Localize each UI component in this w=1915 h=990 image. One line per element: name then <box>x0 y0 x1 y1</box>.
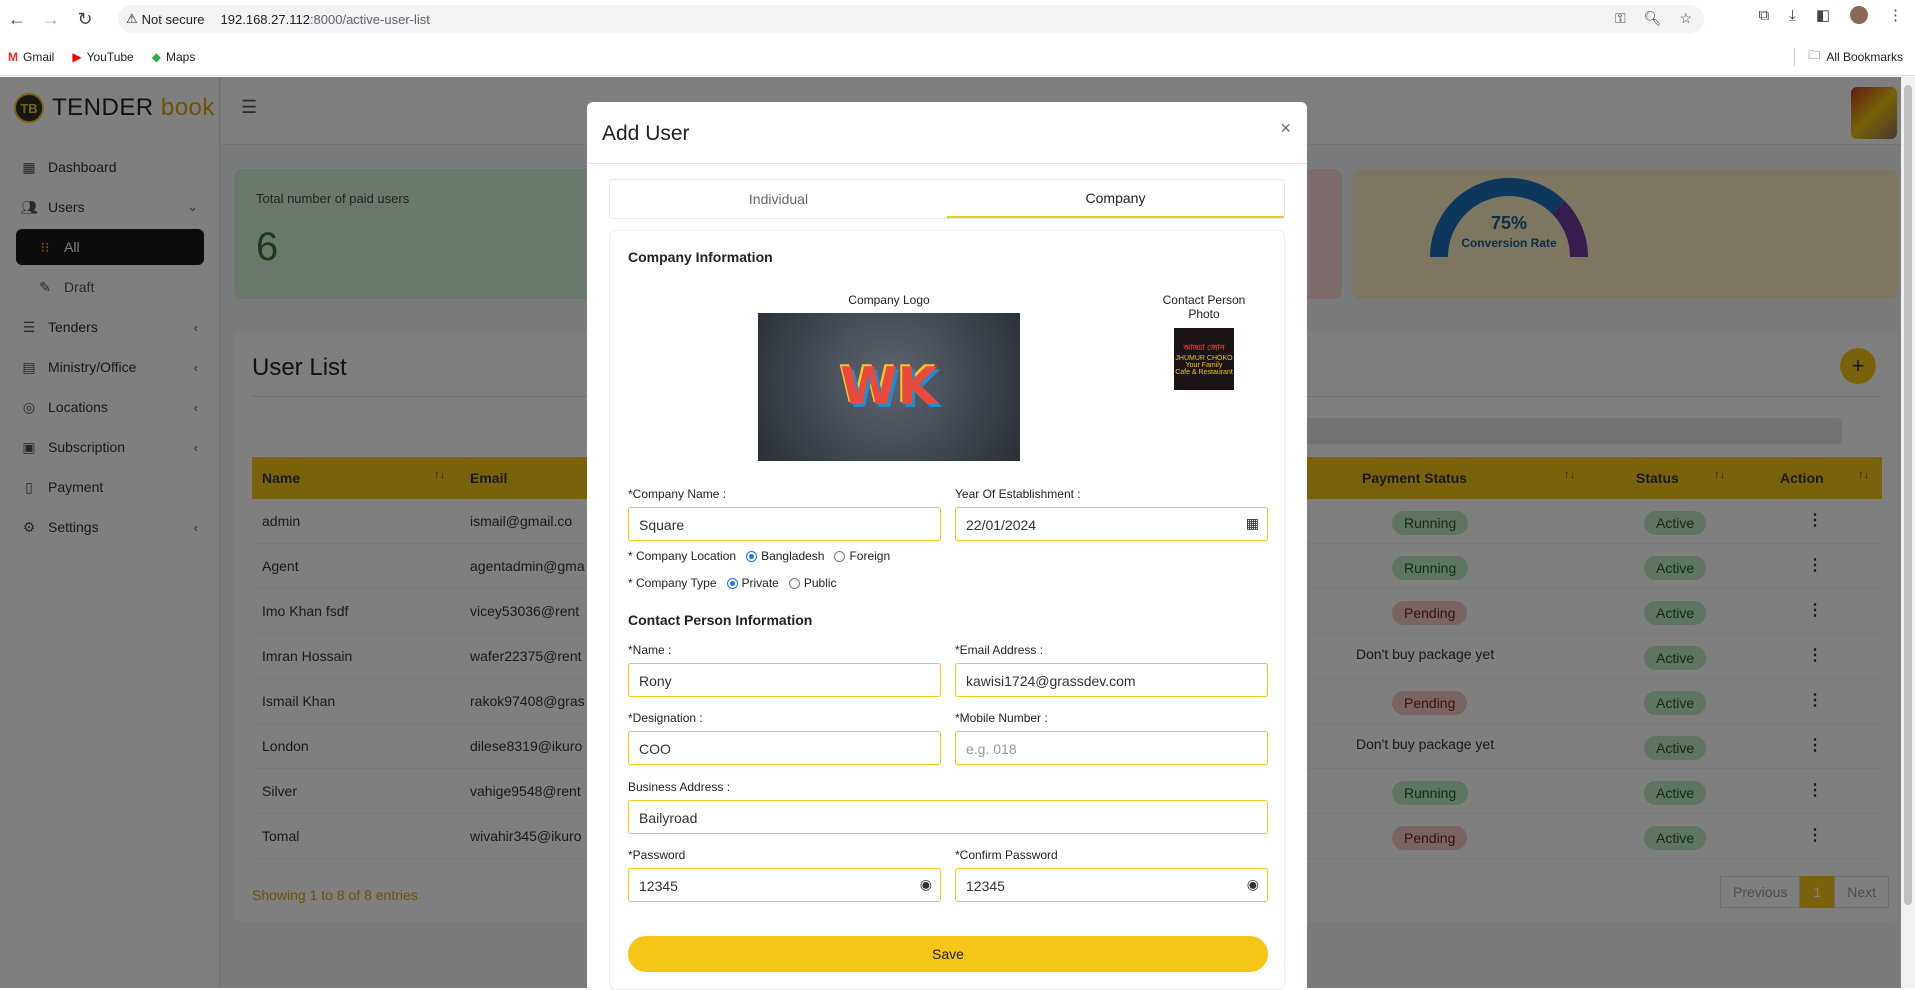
email-label: *Email Address : <box>955 643 1044 657</box>
year-date-input[interactable]: 22/01/2024 ▦ <box>955 507 1268 541</box>
mobile-label: *Mobile Number : <box>955 711 1048 725</box>
key-icon[interactable]: ⚿ <box>1615 10 1626 27</box>
download-icon[interactable]: ⤓ <box>1789 7 1796 24</box>
not-secure-indicator[interactable]: ⚠ Not secure <box>126 11 205 27</box>
add-user-modal: Add User × Individual Company Company In… <box>587 102 1307 990</box>
name-input[interactable]: Rony <box>628 663 941 697</box>
confirm-password-label: *Confirm Password <box>955 848 1058 862</box>
maps-icon: ◆ <box>151 49 161 64</box>
page-scrollbar[interactable] <box>1901 77 1915 988</box>
password-input[interactable]: 12345 ◉ <box>628 868 941 902</box>
back-icon[interactable]: ← <box>0 2 34 36</box>
company-type-group: * Company Type Private Public <box>628 576 837 590</box>
contact-info-heading: Contact Person Information <box>628 612 813 628</box>
password-label: *Password <box>628 848 686 862</box>
eye-icon[interactable]: ◉ <box>1247 876 1259 893</box>
calendar-icon[interactable]: ▦ <box>1246 515 1259 532</box>
scrollbar-thumb[interactable] <box>1904 85 1912 905</box>
eye-icon[interactable]: ◉ <box>920 876 932 893</box>
location-foreign-radio[interactable] <box>834 550 846 562</box>
company-name-label: *Company Name : <box>628 487 727 501</box>
name-label: *Name : <box>628 643 672 657</box>
all-bookmarks[interactable]: 🗀 All Bookmarks <box>1808 46 1903 67</box>
extensions-icon[interactable]: ⧉ <box>1758 7 1769 24</box>
tab-individual[interactable]: Individual <box>610 180 947 218</box>
company-info-heading: Company Information <box>628 249 773 265</box>
email-field[interactable]: kawisi1724@grassdev.com <box>955 663 1268 697</box>
user-type-tabs: Individual Company <box>609 179 1285 219</box>
type-public-radio[interactable] <box>788 577 800 589</box>
modal-header: Add User × <box>587 102 1307 164</box>
confirm-password-input[interactable]: 12345 ◉ <box>955 868 1268 902</box>
menu-dots-icon[interactable]: ⋮ <box>1888 6 1903 24</box>
type-private-radio[interactable] <box>726 577 738 589</box>
company-logo-image[interactable]: WK <box>758 313 1020 461</box>
browser-toolbar: ← → ↻ ⚠ Not secure 192.168.27.112:8000/a… <box>0 0 1915 38</box>
modal-title: Add User <box>602 122 690 145</box>
reload-icon[interactable]: ↻ <box>68 2 102 36</box>
youtube-icon: ▶ <box>72 49 82 64</box>
company-form: Company Information Company Logo WK Cont… <box>609 230 1285 990</box>
sidepanel-icon[interactable]: ◧ <box>1816 6 1830 24</box>
bookmark-youtube[interactable]: ▶ YouTube <box>72 50 133 64</box>
location-bangladesh-radio[interactable] <box>746 550 758 562</box>
url-text: 192.168.27.112:8000/active-user-list <box>220 11 430 27</box>
zoom-icon[interactable]: 🔍︎ <box>1644 10 1662 27</box>
gmail-icon: M <box>8 49 18 64</box>
year-label: Year Of Establishment : <box>955 487 1081 501</box>
forward-icon[interactable]: → <box>34 2 68 36</box>
save-button[interactable]: Save <box>628 936 1268 972</box>
company-location-group: * Company Location Bangladesh Foreign <box>628 549 891 563</box>
bookmarks-bar: M Gmail ▶ YouTube ◆ Maps 🗀 All Bookmarks <box>0 38 1915 76</box>
business-address-input[interactable]: Bailyroad <box>628 800 1268 834</box>
bookmark-maps[interactable]: ◆ Maps <box>152 50 196 64</box>
company-logo-label: Company Logo <box>848 293 930 307</box>
bookmark-gmail[interactable]: M Gmail <box>8 50 54 64</box>
company-name-input[interactable]: Square <box>628 507 941 541</box>
bookmark-separator <box>1794 48 1795 66</box>
profile-avatar[interactable] <box>1850 6 1868 24</box>
address-bar[interactable]: ⚠ Not secure 192.168.27.112:8000/active-… <box>118 5 1704 33</box>
logo-mark: WK <box>840 357 938 417</box>
star-icon[interactable]: ☆ <box>1679 10 1692 27</box>
warning-icon: ⚠ <box>126 11 138 26</box>
address-label: Business Address : <box>628 780 731 794</box>
mobile-input[interactable]: e.g. 018 <box>955 731 1268 765</box>
designation-input[interactable]: COO <box>628 731 941 765</box>
designation-label: *Designation : <box>628 711 703 725</box>
tab-company[interactable]: Company <box>947 180 1284 218</box>
contact-person-photo[interactable]: আড্ডা জোন JHUMUR CHOKO Your Family Cafe … <box>1174 328 1234 390</box>
close-icon[interactable]: × <box>1280 118 1291 139</box>
contact-photo-label: Contact Person Photo <box>1162 293 1246 321</box>
folder-icon: 🗀 <box>1808 48 1821 62</box>
